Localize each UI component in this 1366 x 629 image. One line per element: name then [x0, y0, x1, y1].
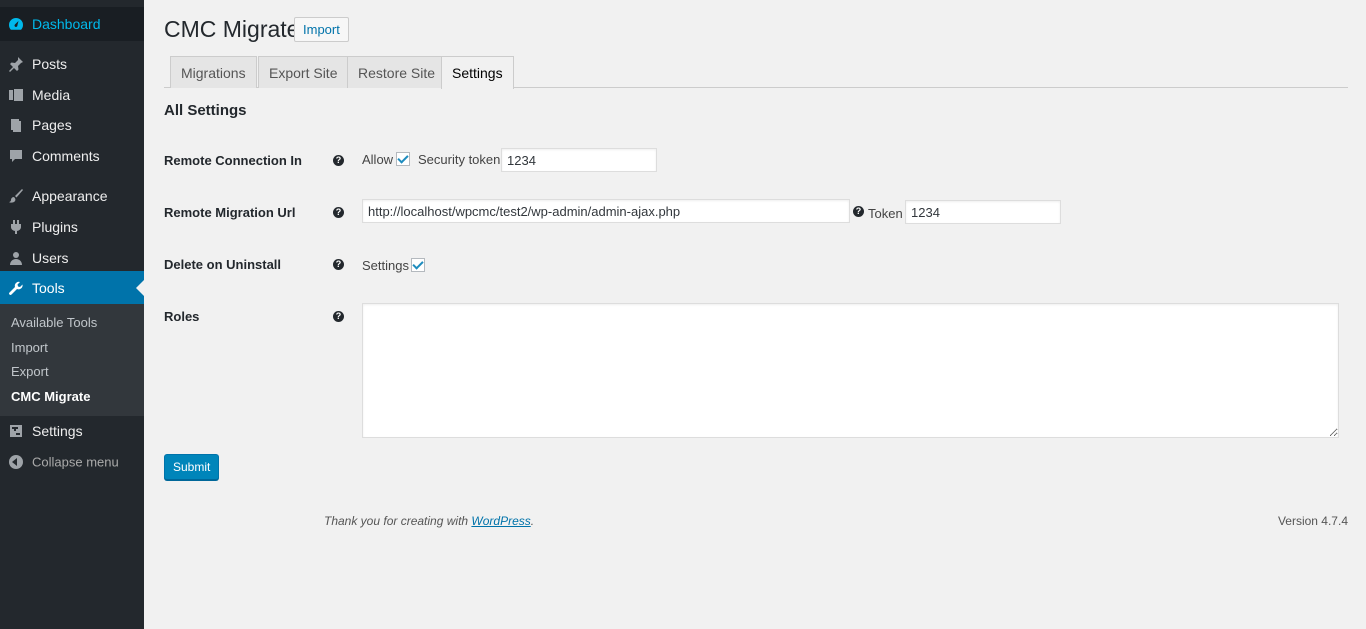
sidebar-item-settings[interactable]: Settings	[0, 414, 144, 448]
allow-checkbox[interactable]	[396, 152, 410, 166]
footer-thanks-prefix: Thank you for creating with	[324, 514, 472, 528]
comment-icon	[8, 148, 24, 164]
user-icon	[8, 250, 24, 266]
sidebar-item-label: Comments	[32, 148, 100, 164]
pin-icon	[8, 56, 24, 72]
submit-button[interactable]: Submit	[164, 454, 220, 480]
collapse-menu-button[interactable]: Collapse menu	[0, 445, 144, 479]
plugin-icon	[8, 219, 24, 235]
version-text: Version 4.7.4	[1277, 514, 1348, 528]
sidebar-item-label: Settings	[32, 423, 83, 439]
wordpress-link[interactable]: WordPress	[471, 514, 530, 528]
admin-sidebar: Dashboard Posts Media Pages Comments App…	[0, 0, 144, 629]
submenu-item-export[interactable]: Export	[11, 364, 49, 379]
tab-export-site[interactable]: Export Site	[258, 56, 349, 88]
uninstall-settings-checkbox[interactable]	[411, 258, 425, 272]
sidebar-item-label: Dashboard	[32, 16, 101, 32]
security-token-label: Security token	[418, 152, 501, 167]
tab-settings[interactable]: Settings	[441, 56, 514, 89]
footer-thanks: Thank you for creating with WordPress.	[324, 514, 534, 528]
media-icon	[8, 87, 24, 103]
submenu-item-cmc-migrate[interactable]: CMC Migrate	[11, 389, 90, 404]
sidebar-item-posts[interactable]: Posts	[0, 47, 144, 81]
migration-url-input[interactable]	[362, 199, 850, 223]
tab-restore-site[interactable]: Restore Site	[347, 56, 447, 88]
tools-submenu: Available Tools Import Export CMC Migrat…	[0, 304, 144, 416]
help-icon[interactable]: ?	[333, 259, 344, 270]
sidebar-item-dashboard[interactable]: Dashboard	[0, 7, 144, 41]
sidebar-item-label: Media	[32, 87, 71, 103]
section-title: All Settings	[164, 102, 247, 119]
sidebar-item-label: Plugins	[32, 219, 78, 235]
submenu-item-import[interactable]: Import	[11, 340, 48, 355]
remote-connection-in-label: Remote Connection In	[164, 153, 302, 168]
sidebar-item-users[interactable]: Users	[0, 241, 144, 275]
brush-icon	[8, 188, 24, 204]
sidebar-item-media[interactable]: Media	[0, 78, 144, 112]
token-input[interactable]	[905, 200, 1061, 224]
security-token-input[interactable]	[501, 148, 657, 172]
sidebar-item-plugins[interactable]: Plugins	[0, 210, 144, 244]
delete-on-uninstall-label: Delete on Uninstall	[164, 257, 282, 272]
sidebar-item-tools[interactable]: Tools	[0, 271, 144, 305]
sidebar-item-label: Appearance	[32, 188, 108, 204]
settings-icon	[8, 423, 24, 439]
submenu-item-available-tools[interactable]: Available Tools	[11, 315, 97, 330]
help-icon[interactable]: ?	[333, 155, 344, 166]
sidebar-item-label: Pages	[32, 117, 72, 133]
sidebar-item-label: Posts	[32, 56, 68, 72]
allow-label: Allow	[362, 152, 394, 167]
help-icon[interactable]: ?	[333, 207, 344, 218]
sidebar-item-pages[interactable]: Pages	[0, 108, 144, 142]
token-label: Token	[868, 206, 903, 221]
wrench-icon	[8, 280, 24, 296]
uninstall-settings-label: Settings	[362, 258, 409, 273]
help-icon[interactable]: ?	[853, 206, 864, 217]
remote-migration-url-label: Remote Migration Url	[164, 205, 296, 220]
collapse-icon	[8, 454, 24, 470]
page-title: CMC Migrate	[164, 16, 300, 42]
sidebar-item-label: Collapse menu	[32, 454, 119, 470]
sidebar-item-label: Tools	[32, 280, 65, 296]
pages-icon	[8, 117, 24, 133]
roles-textarea[interactable]	[362, 303, 1339, 438]
sidebar-item-comments[interactable]: Comments	[0, 139, 144, 173]
help-icon[interactable]: ?	[333, 311, 344, 322]
sidebar-item-label: Users	[32, 250, 69, 266]
import-button[interactable]: Import	[294, 17, 349, 42]
tab-migrations[interactable]: Migrations	[170, 56, 257, 88]
dashboard-icon	[8, 16, 24, 32]
footer-thanks-suffix: .	[530, 514, 535, 528]
roles-label: Roles	[164, 309, 200, 324]
sidebar-item-appearance[interactable]: Appearance	[0, 179, 144, 213]
